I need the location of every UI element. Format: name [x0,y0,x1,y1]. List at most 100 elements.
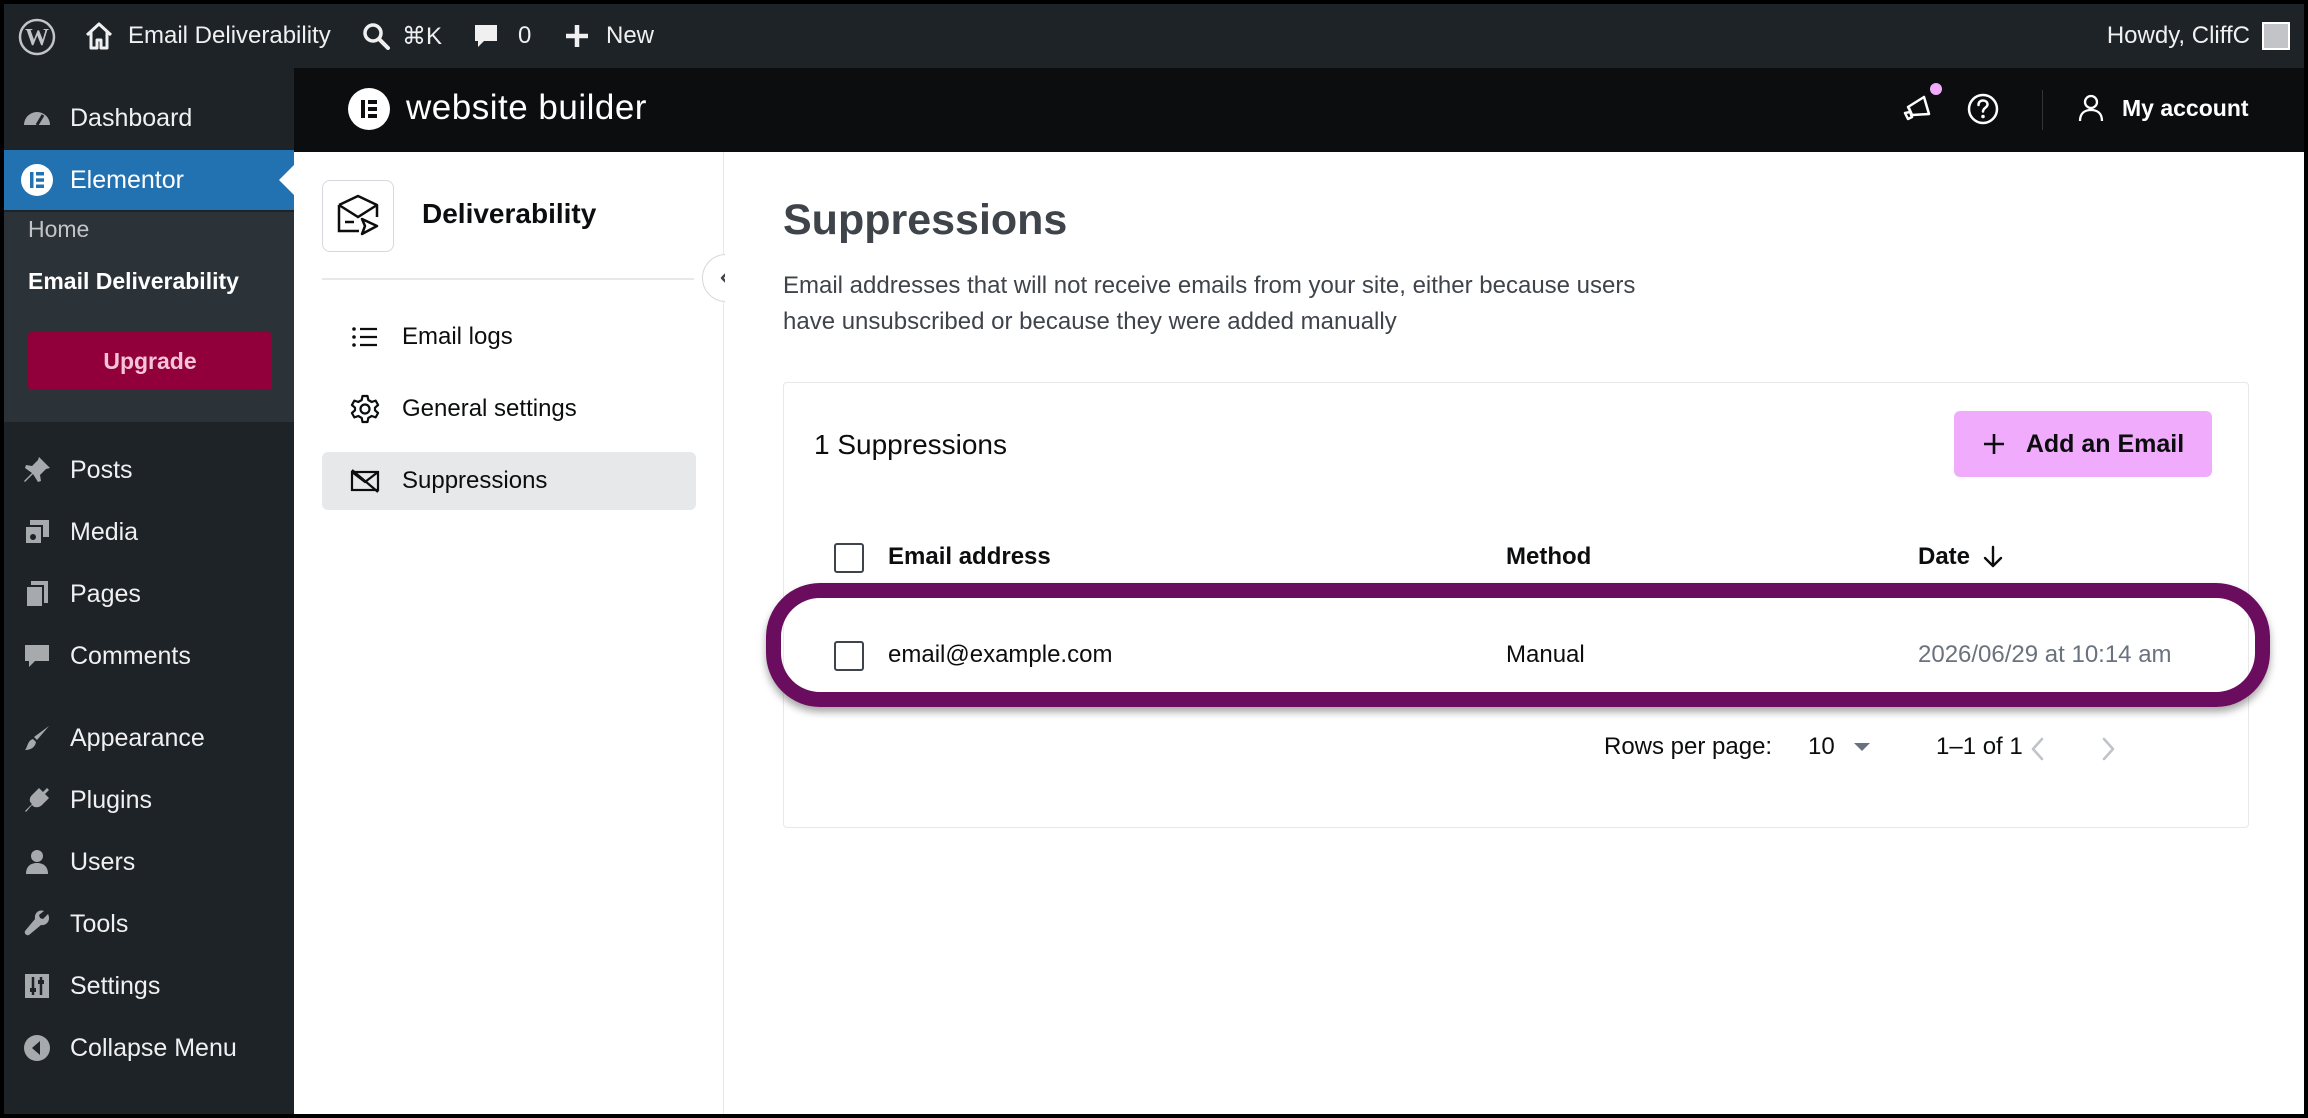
suppressions-card: 1 Suppressions Add an Email Email addres… [766,382,2270,828]
megaphone-icon [1903,95,1931,121]
product-title: website builder [406,88,647,127]
menu-item-tools[interactable]: Tools [4,894,294,954]
comments-link[interactable]: 0 [472,4,531,68]
caret-down-icon [1853,743,1870,751]
nav-label: General settings [402,395,577,422]
howdy-user-link[interactable]: Howdy, CliffC [2107,4,2250,68]
elementor-icon [20,163,54,197]
column-header-date[interactable]: Date [1918,543,2004,571]
media-icon [20,515,54,549]
menu-item-dashboard[interactable]: Dashboard [4,88,294,148]
menu-item-settings[interactable]: Settings [4,956,294,1016]
comment-icon [20,639,54,673]
chevron-left-icon [2031,737,2044,761]
menu-item-label: Appearance [70,723,205,752]
command-search-link[interactable]: ⌘K [362,4,442,68]
select-all-checkbox[interactable] [834,543,864,573]
comments-count: 0 [518,22,532,49]
user-outline-icon [2078,94,2104,122]
mail-send-icon [337,194,379,236]
upgrade-button[interactable]: Upgrade [28,332,272,390]
column-header-email[interactable]: Email address [888,543,1051,571]
chevron-right-icon [2102,737,2115,761]
new-label: New [606,22,655,49]
main-content: Suppressions Email addresses that will n… [725,152,2304,1114]
menu-item-label: Plugins [70,785,152,814]
elementor-submenu: Home Email Deliverability Upgrade [4,212,294,422]
help-button[interactable] [1966,92,2000,131]
submenu-item-email-deliverability[interactable]: Email Deliverability [28,268,239,295]
gear-icon [350,394,380,424]
page-description-line: have unsubscribed or because they were a… [783,308,1397,335]
wp-admin-bar: W Email Deliverability ⌘K 0 New Howdy, C… [4,4,2304,68]
sort-descending-icon[interactable] [1982,545,2004,569]
wordpress-logo-icon[interactable]: W [18,18,56,56]
menu-item-pages[interactable]: Pages [4,564,294,624]
suppressions-count: 1 Suppressions [814,429,1008,460]
pin-icon [20,453,54,487]
submenu-item-home[interactable]: Home [28,216,89,243]
notification-dot [1930,83,1942,95]
menu-item-label: Pages [70,579,141,608]
deliverability-sidebar: Deliverability Email logs General settin… [294,152,750,1114]
plus-icon [1983,434,2004,454]
collapse-icon [20,1031,54,1065]
add-email-button[interactable]: Add an Email [1954,411,2212,477]
nav-suppressions[interactable]: Suppressions [322,452,696,510]
rows-per-page-select[interactable]: 10 [1808,733,1871,761]
nav-email-logs[interactable]: Email logs [322,308,696,366]
wrench-icon [20,907,54,941]
list-icon [350,322,380,352]
announcements-button[interactable] [1900,92,1934,131]
rows-per-page-label: Rows per page: [1604,733,1773,760]
menu-item-label: Users [70,847,136,876]
page-title: Suppressions [783,196,1068,244]
menu-item-label: Posts [70,455,133,484]
comment-bubble-icon [475,25,497,47]
dashboard-icon [20,101,54,135]
nav-label: Suppressions [402,467,548,494]
menu-item-label: Elementor [70,165,184,194]
menu-item-appearance[interactable]: Appearance [4,708,294,768]
menu-item-media[interactable]: Media [4,502,294,562]
site-name-link[interactable]: Email Deliverability [84,4,331,68]
prev-page-button[interactable] [2026,735,2050,768]
sliders-icon [20,969,54,1003]
toolbar-divider [2042,90,2043,130]
menu-item-users[interactable]: Users [4,832,294,892]
user-icon [20,845,54,879]
site-name-label: Email Deliverability [128,22,331,49]
plug-icon [20,783,54,817]
nav-label: Email logs [402,323,513,350]
sidebar-divider [322,278,694,280]
row-highlight-annotation [766,583,2270,707]
next-page-button[interactable] [2096,735,2120,768]
new-content-link[interactable]: New [564,4,654,68]
menu-item-elementor[interactable]: Elementor [4,150,294,210]
wp-admin-menu: Dashboard Elementor Home Email Deliverab… [4,68,294,1114]
svg-text:W: W [25,25,49,51]
menu-item-comments[interactable]: Comments [4,626,294,686]
my-account-button[interactable]: My account [2078,94,2249,122]
pages-icon [20,577,54,611]
mail-off-icon [350,466,380,496]
my-account-label: My account [2122,94,2249,121]
plus-icon [566,25,588,47]
add-email-label: Add an Email [2025,429,2185,458]
page-description: Email addresses that will not receive em… [783,268,1783,340]
avatar[interactable] [2262,22,2290,50]
search-icon [363,23,390,50]
menu-item-plugins[interactable]: Plugins [4,770,294,830]
menu-item-label: Settings [70,971,161,1000]
sidebar-title: Deliverability [422,198,597,229]
search-shortcut-label: ⌘K [402,22,443,50]
nav-general-settings[interactable]: General settings [322,380,696,438]
rows-per-page-value: 10 [1808,733,1835,760]
menu-item-posts[interactable]: Posts [4,440,294,500]
menu-item-label: Collapse Menu [70,1033,237,1062]
elementor-logo-icon [348,88,390,130]
column-header-method[interactable]: Method [1506,543,1591,571]
elementor-top-bar: website builder My account [294,68,2304,152]
collapse-menu-button[interactable]: Collapse Menu [4,1018,294,1078]
deliverability-logo [322,180,394,252]
